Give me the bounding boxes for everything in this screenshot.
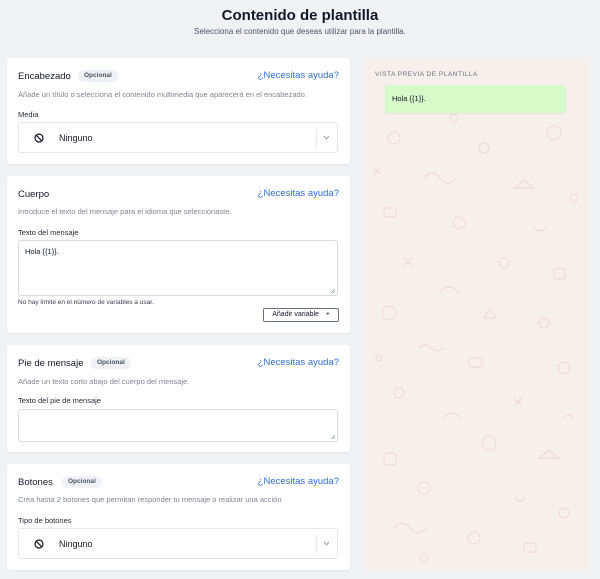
section-description: Introduce el texto del mensaje para el i… — [18, 207, 232, 216]
select-divider — [316, 129, 317, 147]
variables-hint: No hay límite en el número de variables … — [18, 299, 154, 306]
button-type-select[interactable]: Ninguno — [18, 528, 338, 559]
section-title: Cuerpo — [18, 189, 50, 200]
ban-icon — [34, 133, 44, 143]
section-description: Añade un texto corto abajo del cuerpo de… — [18, 377, 190, 386]
page-title: Contenido de plantilla — [221, 7, 379, 24]
media-select-value: Ninguno — [59, 133, 93, 143]
section-title: Botones — [18, 477, 53, 488]
ban-icon — [34, 539, 44, 549]
template-preview-panel: VISTA PREVIA DE PLANTILLA Hola {{1}}. — [364, 58, 590, 570]
footer-section-card: Pie de mensaje Opcional ¿Necesitas ayuda… — [7, 345, 350, 452]
select-divider — [316, 535, 317, 553]
header-section-card: Encabezado Opcional ¿Necesitas ayuda? Añ… — [7, 58, 350, 164]
footer-textarea[interactable] — [18, 409, 338, 442]
button-type-label: Tipo de botones — [18, 516, 72, 525]
help-link[interactable]: ¿Necesitas ayuda? — [258, 476, 339, 487]
preview-label: VISTA PREVIA DE PLANTILLA — [375, 71, 478, 78]
help-link[interactable]: ¿Necesitas ayuda? — [258, 188, 339, 199]
plus-icon: + — [325, 311, 330, 318]
section-title: Pie de mensaje — [18, 358, 84, 369]
help-link[interactable]: ¿Necesitas ayuda? — [258, 70, 339, 81]
button-type-select-value: Ninguno — [59, 539, 93, 549]
media-select[interactable]: Ninguno — [18, 122, 338, 153]
section-description: Crea hasta 2 botones que permitan respon… — [18, 495, 282, 504]
footer-text-label: Texto del pie de mensaje — [18, 396, 101, 405]
resize-grip-icon[interactable] — [330, 434, 336, 440]
preview-message-text: Hola {{1}}. — [392, 94, 426, 103]
message-textarea-value: Hola {{1}}. — [25, 247, 59, 256]
chevron-down-icon — [323, 135, 330, 140]
add-variable-button[interactable]: Añadir variable + — [263, 308, 339, 322]
chat-wallpaper-pattern — [373, 113, 579, 563]
chevron-down-icon — [323, 541, 330, 546]
buttons-section-card: Botones Opcional ¿Necesitas ayuda? Crea … — [7, 464, 350, 570]
page-subtitle: Selecciona el contenido que deseas utili… — [194, 27, 406, 36]
optional-badge: Opcional — [78, 70, 118, 82]
help-link[interactable]: ¿Necesitas ayuda? — [258, 357, 339, 368]
preview-message-bubble: Hola {{1}}. — [385, 85, 566, 113]
message-text-label: Texto del mensaje — [18, 228, 79, 237]
message-textarea[interactable]: Hola {{1}}. — [18, 240, 338, 296]
section-description: Añade un título o selecciona el contenid… — [18, 90, 307, 99]
section-title: Encabezado — [18, 71, 71, 82]
optional-badge: Opcional — [62, 476, 102, 488]
add-variable-label: Añadir variable — [272, 311, 319, 318]
media-label: Media — [18, 110, 39, 119]
optional-badge: Opcional — [91, 357, 131, 369]
body-section-card: Cuerpo ¿Necesitas ayuda? Introduce el te… — [7, 176, 350, 333]
resize-grip-icon[interactable] — [330, 288, 336, 294]
